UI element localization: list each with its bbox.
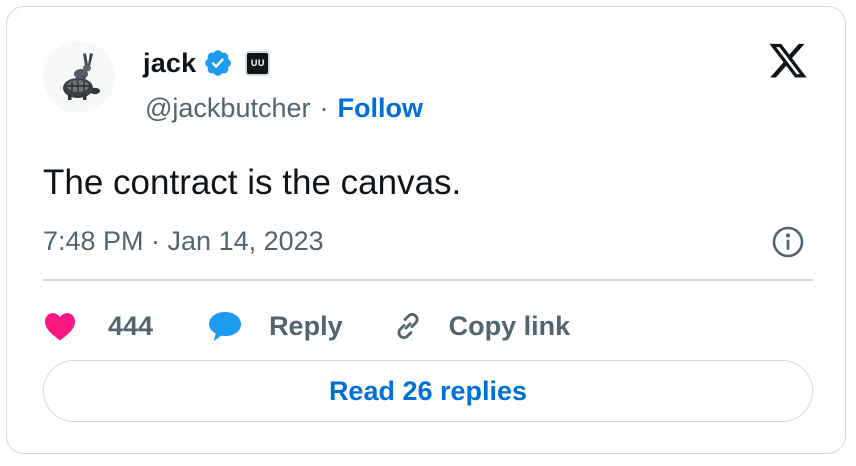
author-handle[interactable]: @jackbutcher bbox=[145, 93, 310, 124]
read-replies-button[interactable]: Read 26 replies bbox=[43, 360, 813, 422]
heart-icon bbox=[45, 313, 75, 341]
tweet-embed-card: jack UU @jackbutcher · Follow The contra… bbox=[6, 6, 846, 454]
like-count: 444 bbox=[108, 310, 154, 341]
affiliate-badge[interactable]: UU bbox=[245, 50, 271, 76]
copy-link-button[interactable]: Copy link bbox=[391, 309, 571, 343]
author-handle-row: @jackbutcher · Follow bbox=[145, 90, 423, 126]
tweet-actions: 444 Reply Copy link bbox=[43, 303, 570, 349]
like-button[interactable]: 444 bbox=[43, 311, 153, 342]
tortoise-hare-avatar-icon bbox=[43, 41, 115, 113]
speech-bubble-icon bbox=[209, 312, 242, 341]
link-icon bbox=[397, 313, 419, 339]
divider bbox=[43, 279, 813, 281]
reply-button[interactable]: Reply bbox=[207, 310, 343, 342]
author-name[interactable]: jack bbox=[143, 48, 196, 79]
copy-link-label: Copy link bbox=[448, 310, 571, 341]
author-name-row: jack UU bbox=[143, 45, 271, 81]
follow-link[interactable]: Follow bbox=[337, 93, 422, 124]
verified-badge-icon bbox=[203, 48, 233, 78]
reply-label: Reply bbox=[269, 310, 343, 341]
info-icon[interactable] bbox=[771, 225, 805, 259]
tweet-text: The contract is the canvas. bbox=[43, 163, 462, 202]
tweet-timestamp[interactable]: 7:48 PM · Jan 14, 2023 bbox=[43, 226, 324, 257]
avatar[interactable] bbox=[43, 41, 115, 113]
separator-dot: · bbox=[319, 92, 329, 123]
x-logo-icon[interactable] bbox=[767, 43, 809, 81]
